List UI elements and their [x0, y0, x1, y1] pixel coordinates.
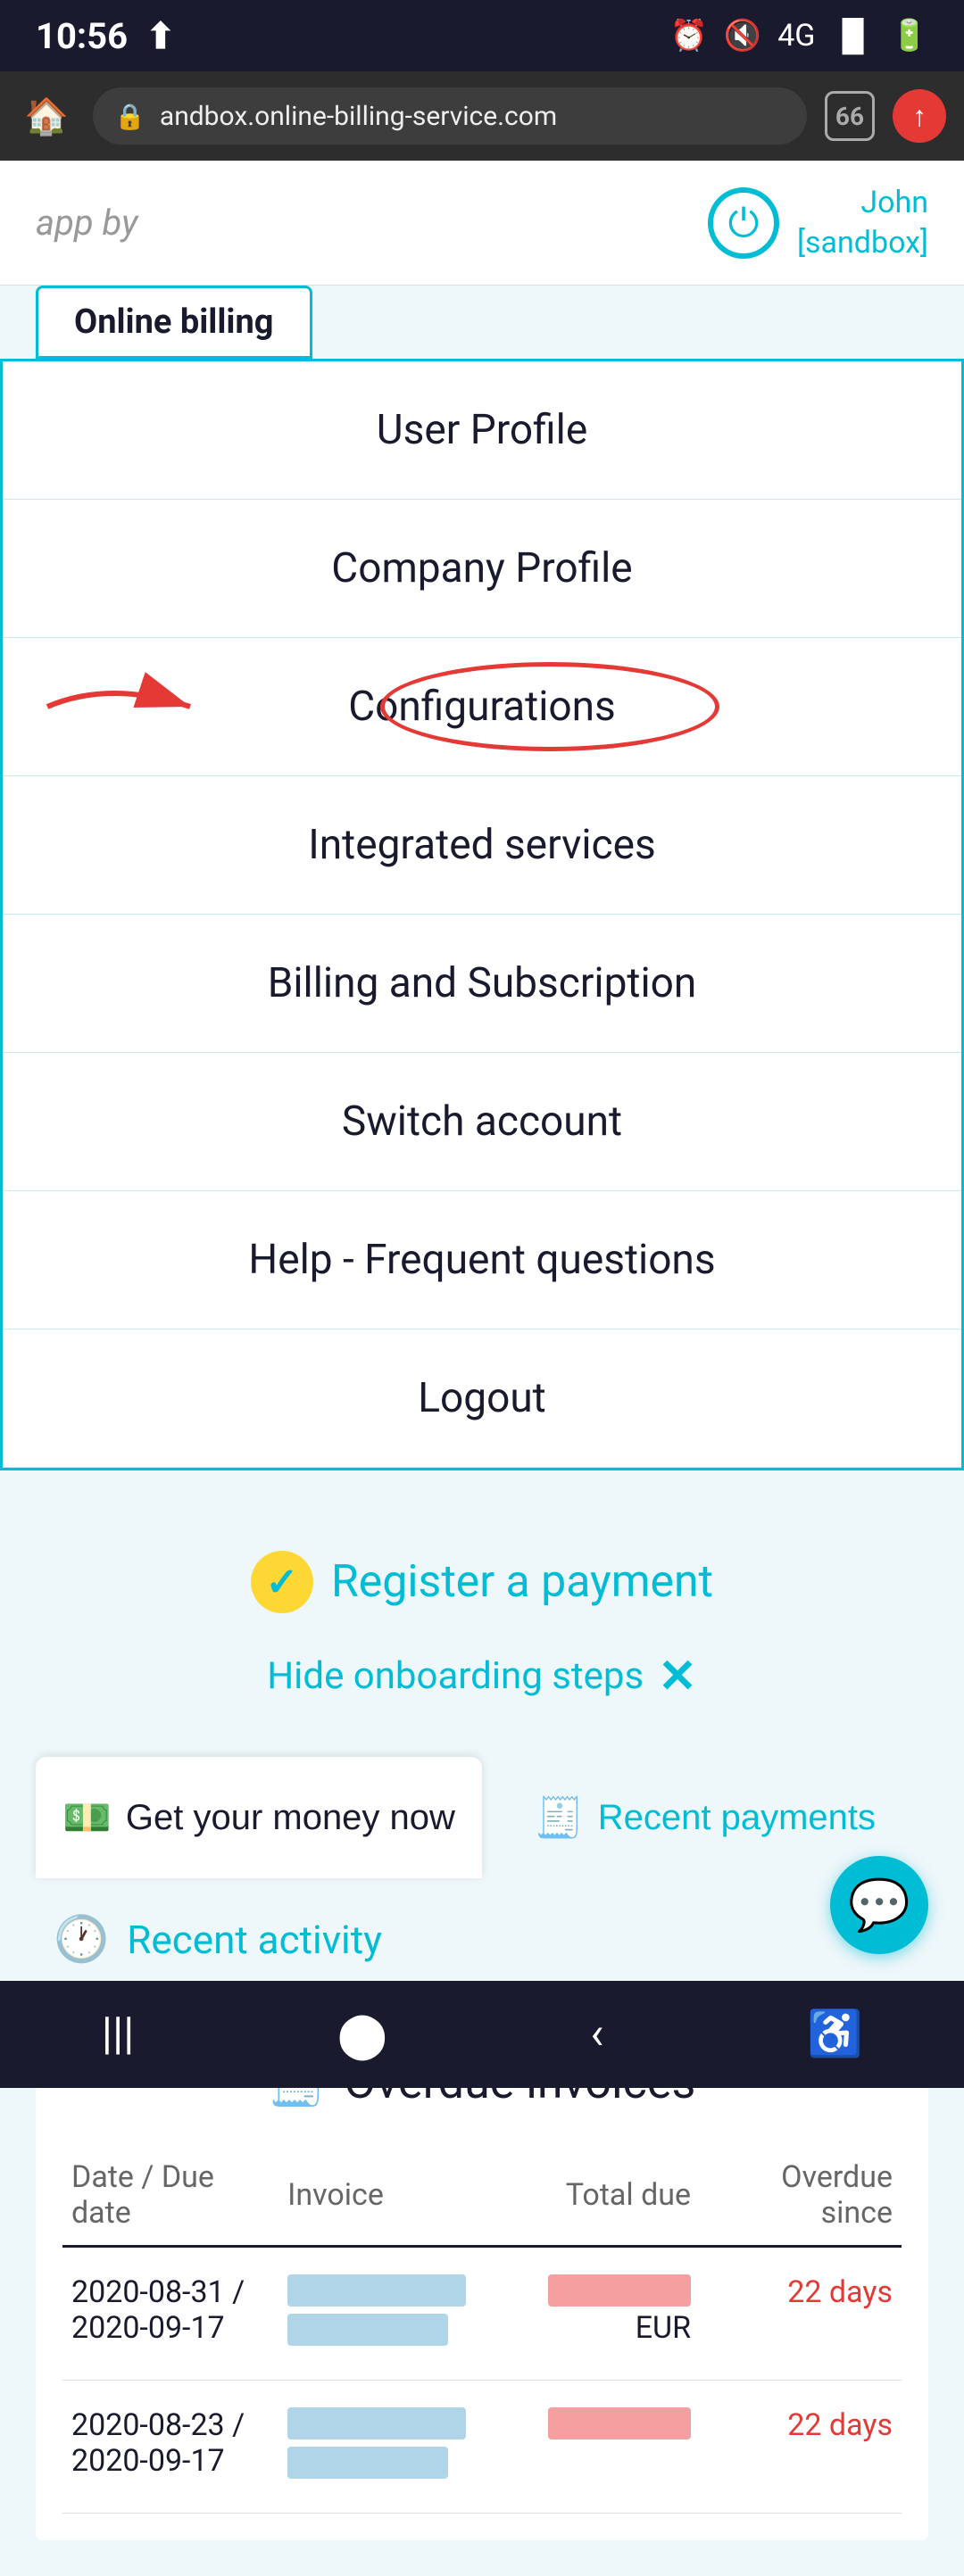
nav-home[interactable]: ⬤: [337, 2009, 387, 2061]
mute-icon: 🔇: [724, 18, 761, 54]
upload-icon: ↑: [912, 99, 927, 133]
table-row: 2020-08-23 / 2020-09-17 22 days: [62, 2381, 902, 2514]
hide-onboarding-text: Hide onboarding steps: [267, 1654, 644, 1698]
col-overdue-since: Overdue since: [700, 2145, 902, 2247]
alarm-icon: ⏰: [670, 18, 708, 54]
menu-item-user-profile[interactable]: User Profile: [3, 361, 961, 500]
nav-accessibility[interactable]: ♿: [807, 2009, 862, 2060]
signal-icon: ▐▌: [831, 18, 874, 54]
blurred-invoice-2: [287, 2407, 466, 2439]
blurred-invoice-1b: [287, 2314, 448, 2346]
blurred-amount-1: [548, 2274, 691, 2307]
menu-item-help[interactable]: Help - Frequent questions: [3, 1191, 961, 1329]
location-icon: ⬆: [145, 15, 176, 57]
menu-item-integrated-services[interactable]: Integrated services: [3, 776, 961, 915]
invoice-cell-1: [278, 2247, 475, 2381]
money-icon: 💵: [62, 1794, 112, 1841]
tabs-row: 💵 Get your money now 🧾 Recent payments: [36, 1757, 928, 1878]
amount-cell-2: [475, 2381, 700, 2514]
url-bar[interactable]: 🔒 andbox.online-billing-service.com: [93, 87, 807, 145]
hide-onboarding-row[interactable]: Hide onboarding steps ✕: [36, 1631, 928, 1757]
date-cell-1: 2020-08-31 / 2020-09-17: [62, 2247, 278, 2381]
table-row: 2020-08-31 / 2020-09-17 EUR 22: [62, 2247, 902, 2381]
payments-icon: 🧾: [535, 1794, 584, 1841]
app-logo: app by: [36, 202, 137, 244]
network-icon: 4G: [777, 18, 815, 54]
overdue-section: 🧾 Overdue invoices Date / Due date Invoi…: [36, 2010, 928, 2540]
battery-icon: 🔋: [891, 18, 928, 54]
hide-onboarding-close-icon[interactable]: ✕: [658, 1649, 697, 1703]
tab-get-money[interactable]: 💵 Get your money now: [36, 1757, 482, 1878]
home-icon: 🏠: [24, 95, 69, 137]
menu-item-company-profile[interactable]: Company Profile: [3, 500, 961, 638]
nav-back[interactable]: ‹: [590, 2009, 603, 2060]
invoice-cell-2: [278, 2381, 475, 2514]
invoice-table: Date / Due date Invoice Total due Overdu…: [62, 2145, 902, 2514]
arrow-annotation: [38, 671, 217, 742]
col-invoice: Invoice: [278, 2145, 475, 2247]
android-nav-bar: ||| ⬤ ‹ ♿: [0, 1981, 964, 2088]
date-cell-2: 2020-08-23 / 2020-09-17: [62, 2381, 278, 2514]
overdue-cell-1: 22 days: [700, 2247, 902, 2381]
tab-count[interactable]: 66: [825, 91, 875, 141]
lock-icon: 🔒: [114, 102, 145, 131]
power-icon: ⏻: [728, 200, 760, 246]
overdue-cell-2: 22 days: [700, 2381, 902, 2514]
register-payment-text: Register a payment: [331, 1556, 713, 1608]
nav-recent-apps[interactable]: |||: [102, 2009, 135, 2060]
dropdown-menu: User Profile Company Profile Configurati…: [0, 361, 964, 1470]
tab-get-money-label: Get your money now: [126, 1798, 455, 1838]
col-date: Date / Due date: [62, 2145, 278, 2247]
time: 10:56: [36, 15, 128, 57]
col-total-due: Total due: [475, 2145, 700, 2247]
clock-icon: 🕐: [54, 1914, 109, 1966]
power-button[interactable]: ⏻: [708, 187, 779, 259]
register-payment-row[interactable]: ✓ Register a payment: [36, 1506, 928, 1631]
user-name-display: John [sandbox]: [797, 183, 928, 261]
check-icon: ✓: [251, 1551, 313, 1613]
menu-item-logout[interactable]: Logout: [3, 1329, 961, 1468]
browser-bar: 🏠 🔒 andbox.online-billing-service.com 66…: [0, 71, 964, 161]
menu-item-billing-subscription[interactable]: Billing and Subscription: [3, 915, 961, 1053]
blurred-invoice-2b: [287, 2447, 448, 2479]
tab-recent-payments-label: Recent payments: [598, 1798, 876, 1838]
chat-float-button[interactable]: 💬: [830, 1856, 928, 1954]
user-area[interactable]: ⏻ John [sandbox]: [708, 183, 928, 261]
url-text: andbox.online-billing-service.com: [160, 101, 557, 132]
chat-icon: 💬: [848, 1876, 910, 1934]
amount-cell-1: EUR: [475, 2247, 700, 2381]
configurations-label: Configurations: [348, 683, 616, 731]
blurred-invoice-1: [287, 2274, 466, 2307]
app-header: app by ⏻ John [sandbox]: [0, 161, 964, 286]
home-button[interactable]: 🏠: [18, 87, 75, 145]
upload-button[interactable]: ↑: [893, 89, 946, 143]
blurred-amount-2: [548, 2407, 691, 2439]
status-bar: 10:56 ⬆ ⏰ 🔇 4G ▐▌ 🔋: [0, 0, 964, 71]
billing-label: Online billing: [36, 286, 312, 359]
recent-activity-label: Recent activity: [127, 1917, 382, 1963]
menu-item-configurations[interactable]: Configurations: [3, 638, 961, 776]
menu-item-switch-account[interactable]: Switch account: [3, 1053, 961, 1191]
